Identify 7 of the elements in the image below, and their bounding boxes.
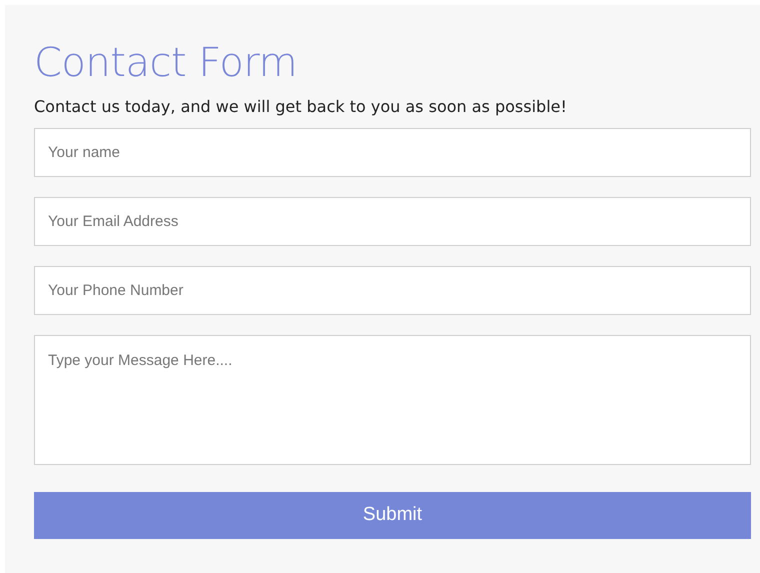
input-field[interactable]: Your name — [34, 128, 751, 177]
form-subtitle: Contact us today, and we will get back to you as soon as possible! — [34, 97, 568, 117]
submit-button[interactable]: Submit — [34, 492, 751, 539]
form-title: Contact Form — [34, 41, 298, 85]
message-field[interactable]: Type your Message Here.... — [34, 335, 751, 465]
input-field[interactable]: Your Phone Number — [34, 266, 751, 315]
input-field[interactable]: Your Email Address — [34, 197, 751, 246]
